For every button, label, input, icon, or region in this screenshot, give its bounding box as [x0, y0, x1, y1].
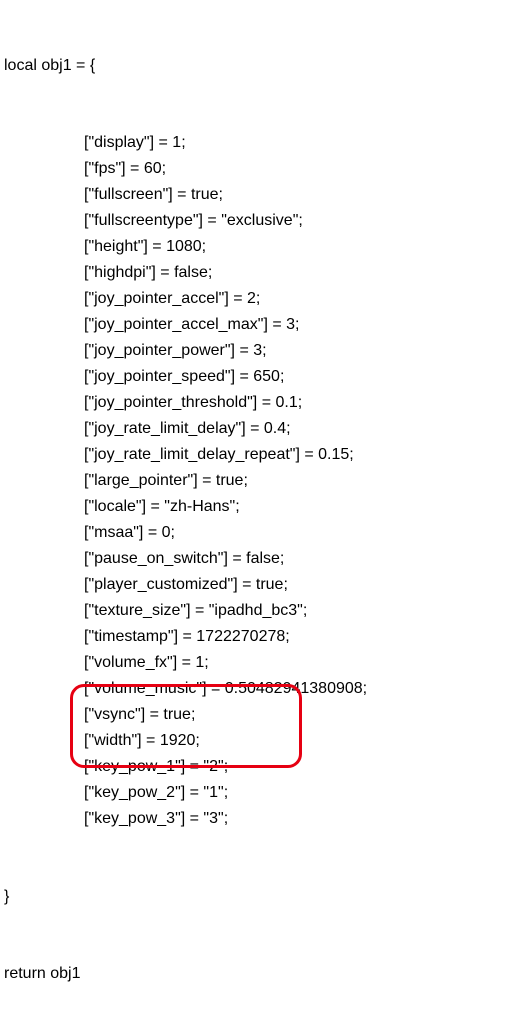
code-entry: ["joy_rate_limit_delay"] = 0.4;	[4, 416, 518, 442]
code-entry: ["joy_pointer_speed"] = 650;	[4, 364, 518, 390]
code-entry: ["width"] = 1920;	[4, 728, 518, 754]
code-entry: ["vsync"] = true;	[4, 702, 518, 728]
code-entry: ["key_pow_2"] = "1";	[4, 780, 518, 806]
code-entry: ["highdpi"] = false;	[4, 260, 518, 286]
code-entry: ["joy_pointer_accel_max"] = 3;	[4, 312, 518, 338]
code-entry: ["player_customized"] = true;	[4, 572, 518, 598]
code-entry: ["pause_on_switch"] = false;	[4, 546, 518, 572]
code-entry: ["fullscreentype"] = "exclusive";	[4, 208, 518, 234]
code-entry: ["height"] = 1080;	[4, 234, 518, 260]
code-entry: ["joy_pointer_threshold"] = 0.1;	[4, 390, 518, 416]
code-entry: ["volume_fx"] = 1;	[4, 650, 518, 676]
code-entry: ["joy_rate_limit_delay_repeat"] = 0.15;	[4, 442, 518, 468]
code-entry: ["fullscreen"] = true;	[4, 182, 518, 208]
code-header: local obj1 = {	[4, 53, 518, 79]
code-entry: ["volume_music"] = 0.50482941380908;	[4, 676, 518, 702]
code-return: return obj1	[4, 961, 518, 987]
code-entry: ["joy_pointer_power"] = 3;	[4, 338, 518, 364]
code-entry: ["joy_pointer_accel"] = 2;	[4, 286, 518, 312]
code-block: local obj1 = { ["display"] = 1;["fps"] =…	[4, 2, 518, 1012]
code-entry: ["key_pow_3"] = "3";	[4, 806, 518, 832]
code-entry: ["timestamp"] = 1722270278;	[4, 624, 518, 650]
code-entry: ["fps"] = 60;	[4, 156, 518, 182]
code-entry: ["texture_size"] = "ipadhd_bc3";	[4, 598, 518, 624]
code-entry: ["large_pointer"] = true;	[4, 468, 518, 494]
code-close-brace: }	[4, 884, 518, 910]
code-entry: ["locale"] = "zh-Hans";	[4, 494, 518, 520]
code-entry: ["key_pow_1"] = "2";	[4, 754, 518, 780]
code-entry: ["msaa"] = 0;	[4, 520, 518, 546]
code-entry: ["display"] = 1;	[4, 130, 518, 156]
